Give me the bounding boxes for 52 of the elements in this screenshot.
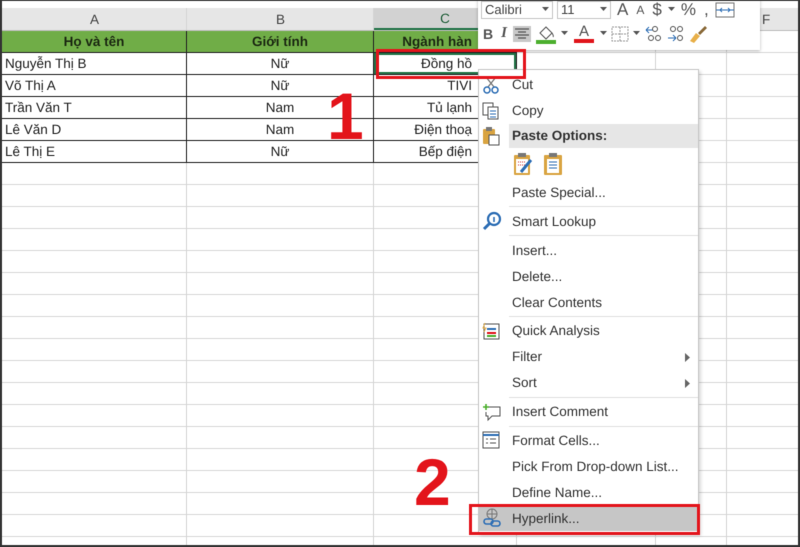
menu-item[interactable]: Smart Lookup [479,208,698,234]
align-center-button[interactable] [512,26,531,42]
menu-item[interactable]: Insert... [479,237,698,264]
column-header[interactable]: F [760,8,798,30]
menu-item[interactable]: Insert Comment [479,398,698,425]
menu-item[interactable]: Delete... [479,263,698,290]
header-cell: Họ và tên [2,31,187,53]
clipboard-icon [482,126,500,146]
number-format-button[interactable]: % [678,1,698,20]
table-cell: Nguyễn Thị B [2,53,187,75]
menu-item[interactable]: Sort [479,370,698,396]
table-cell: Võ Thị A [2,75,187,97]
magnifier-icon [482,211,502,232]
dropdown-caret-icon [542,7,549,12]
table-cell: Lê Văn D [2,119,187,141]
dropdown-caret-icon [600,7,607,12]
quick-analysis-icon [482,322,500,340]
hyperlink-icon [482,508,502,528]
comment-icon [482,402,502,421]
format-cells-icon [482,431,500,450]
menu-item[interactable]: Pick From Drop-down List... [479,453,698,480]
number-format-button[interactable]: $ [650,1,664,20]
grow-font-button[interactable]: A [615,1,630,20]
table-cell: Nữ [187,141,374,163]
menu-item[interactable]: Paste Special... [479,180,698,206]
copy-icon [482,102,500,120]
menu-item[interactable]: Clear Contents [479,289,698,315]
wrap-text-icon[interactable] [714,2,735,18]
font-color-button[interactable]: A [572,22,596,44]
menu-item[interactable]: Define Name... [479,479,698,506]
menu-item[interactable]: Format Cells... [479,428,698,454]
step-number: 2 [414,449,451,515]
font-size-dropdown[interactable]: 11 [557,1,611,18]
menu-item[interactable]: Hyperlink... [479,505,698,532]
paste-values-icon[interactable] [542,152,564,176]
dropdown-caret-icon[interactable] [668,7,675,12]
column-header[interactable]: A [2,8,187,30]
table-cell: Lê Thị E [2,141,187,163]
menu-item[interactable]: Filter [479,344,698,370]
increase-decimal-icon[interactable] [644,24,662,42]
table-cell: Trần Văn T [2,97,187,119]
paintbrush-icon[interactable] [688,24,708,42]
header-cell: Giới tính [187,31,374,53]
fill-color-icon[interactable] [534,24,557,44]
number-format-button[interactable]: , [702,1,711,20]
column-header[interactable]: B [187,8,374,30]
table-cell: Đồng hồ [374,53,517,75]
table-cell: Nữ [187,53,374,75]
font-name-dropdown[interactable]: Calibri [481,1,553,18]
menu-item[interactable]: Quick Analysis [479,318,698,344]
decrease-decimal-icon[interactable] [666,24,684,42]
shrink-font-button[interactable]: A [634,1,646,20]
